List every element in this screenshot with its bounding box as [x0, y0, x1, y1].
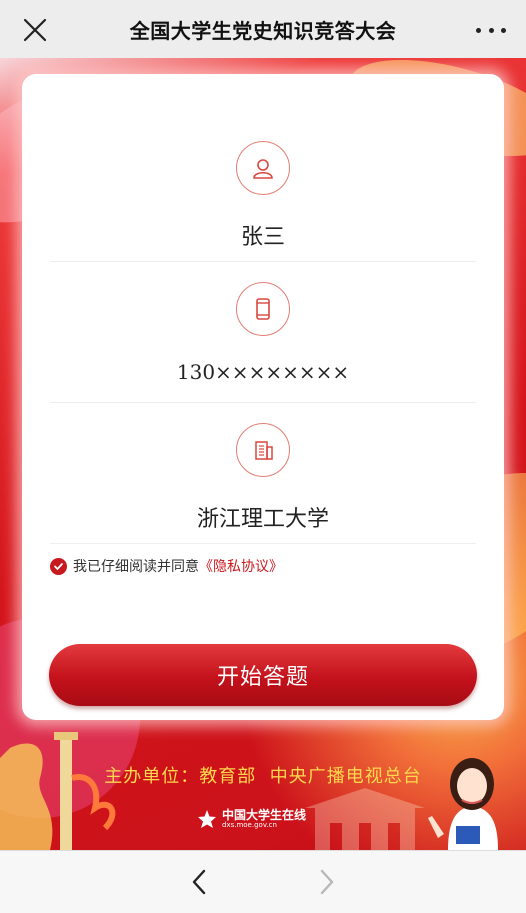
organizer-1: 教育部	[199, 766, 257, 787]
privacy-link[interactable]: 《隐私协议》	[199, 556, 283, 576]
phone-icon	[236, 282, 290, 336]
page-title: 全国大学生党史知识竞答大会	[129, 18, 397, 43]
name-field[interactable]: 张三	[50, 121, 476, 262]
chevron-right-icon[interactable]	[316, 867, 338, 897]
school-value: 浙江理工大学	[196, 507, 329, 532]
agree-checkbox[interactable]	[50, 557, 67, 575]
form-card: 张三 130×××××××× 浙江理工大学 我已仔细阅读并同意 《隐私协议》 开…	[22, 74, 504, 720]
site-logo: 中国大学生在线 dxs.moe.gov.cn	[196, 806, 306, 832]
close-icon[interactable]	[22, 17, 48, 43]
more-dots-icon[interactable]	[476, 20, 506, 40]
gate-illustration	[305, 788, 425, 850]
phone-field[interactable]: 130××××××××	[50, 262, 476, 403]
privacy-agreement: 我已仔细阅读并同意 《隐私协议》	[50, 556, 283, 576]
logo-name: 中国大学生在线	[222, 808, 307, 822]
logo-star-icon	[198, 810, 216, 828]
organizer-label: 主办单位：	[104, 766, 200, 787]
bottom-nav-bar	[0, 850, 526, 913]
background-scene: 张三 130×××××××× 浙江理工大学 我已仔细阅读并同意 《隐私协议》 开…	[0, 58, 526, 850]
phone-value: 130××××××××	[176, 360, 350, 384]
logo-url: dxs.moe.gov.cn	[222, 821, 277, 829]
organizer-2: 中央广播电视总台	[269, 766, 422, 787]
user-icon	[236, 141, 290, 195]
agree-text: 我已仔细阅读并同意	[73, 559, 199, 575]
start-quiz-button[interactable]: 开始答题	[49, 644, 477, 706]
name-value: 张三	[240, 225, 285, 250]
chevron-left-icon[interactable]	[188, 867, 210, 897]
school-field[interactable]: 浙江理工大学	[50, 403, 476, 544]
building-icon	[236, 423, 290, 477]
teacher-illustration	[428, 758, 498, 850]
title-bar: 全国大学生党史知识竞答大会	[0, 0, 526, 58]
